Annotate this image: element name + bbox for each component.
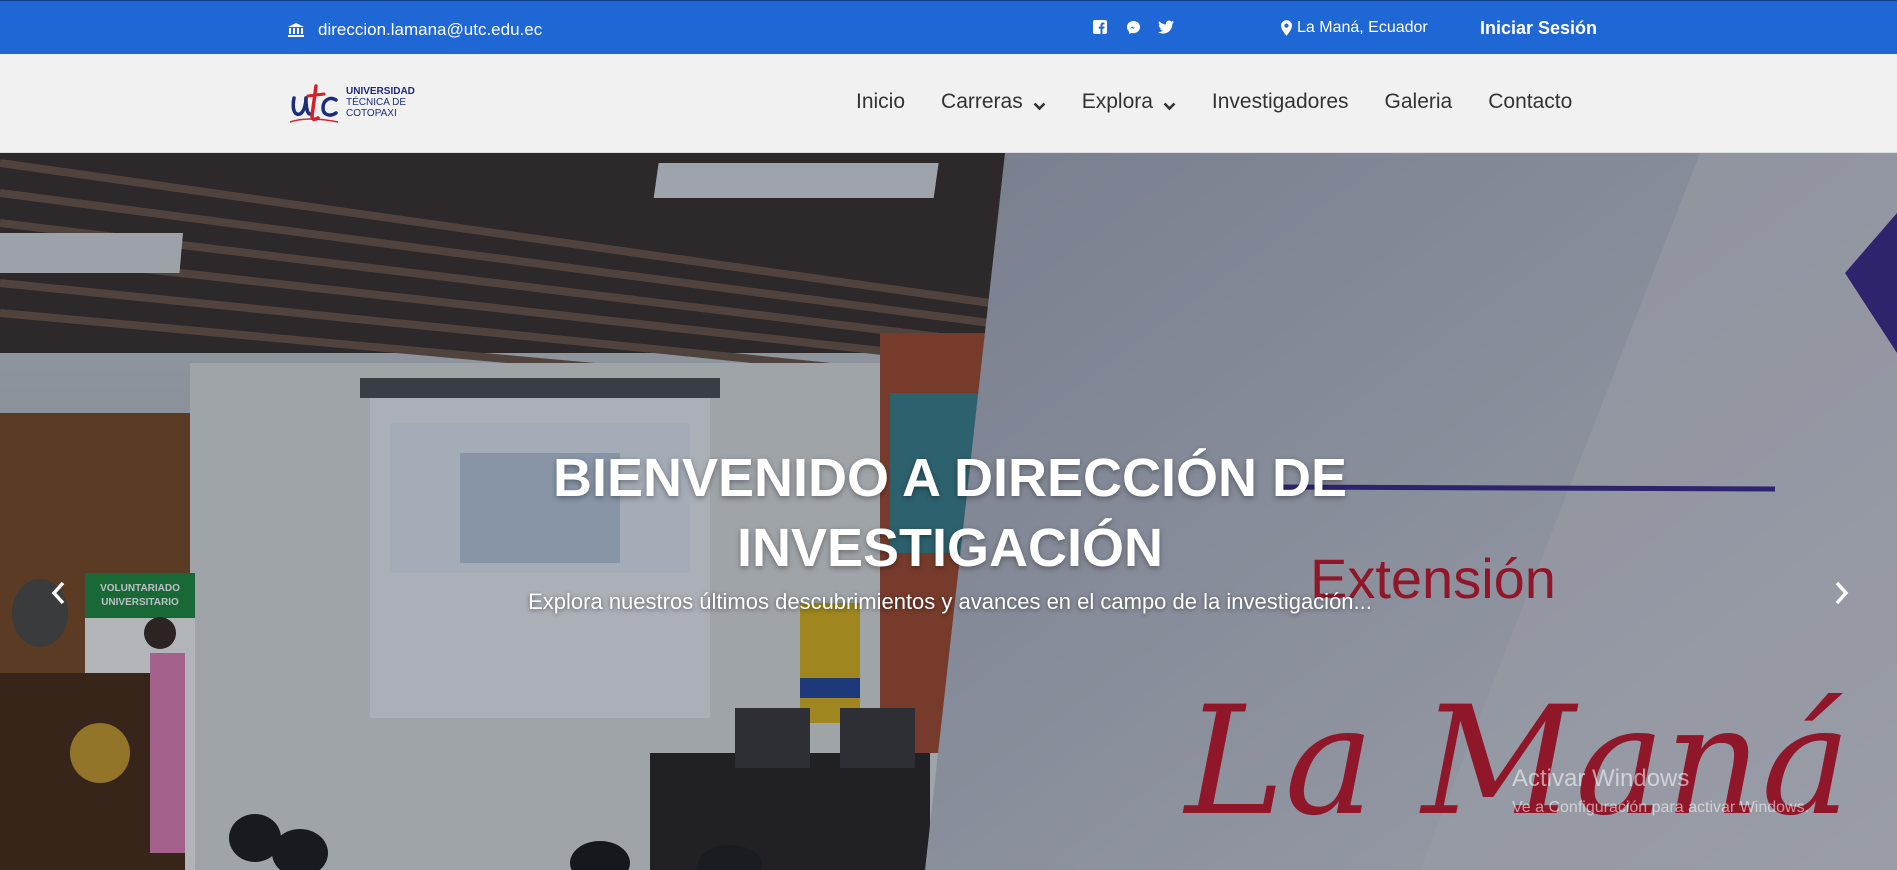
carousel-next-button[interactable] (1822, 573, 1862, 613)
university-logo[interactable]: UNIVERSIDAD TÉCNICA DE COTOPAXI (288, 78, 428, 128)
chevron-down-icon (1033, 102, 1046, 110)
chevron-right-icon (1835, 581, 1849, 605)
nav-item-galeria[interactable]: Galeria (1385, 90, 1453, 114)
nav-item-label: Galeria (1384, 90, 1453, 113)
nav-item-label: Explora (1081, 90, 1153, 113)
windows-activation-watermark: Activar Windows Ve a Configuración para … (1512, 765, 1809, 817)
facebook-icon[interactable] (1092, 19, 1108, 35)
nav-item-contacto[interactable]: Contacto (1488, 90, 1572, 114)
hero-carousel: VOLUNTARIADO UNIVERSITARIO Extensión La … (0, 153, 1897, 870)
nav-item-investigadores[interactable]: Investigadores (1212, 90, 1349, 114)
carousel-prev-button[interactable] (38, 573, 78, 613)
hero-subtitle: Explora nuestros últimos descubrimientos… (528, 589, 1372, 614)
nav-item-inicio[interactable]: Inicio (856, 90, 905, 114)
location: La Maná, Ecuador (1281, 19, 1428, 37)
map-marker-icon (1281, 20, 1292, 36)
chevron-left-icon (51, 581, 65, 605)
utc-logo-icon (289, 84, 339, 123)
contact-email[interactable]: direccion.lamana@utc.edu.ec (288, 20, 542, 40)
chevron-down-icon (1163, 102, 1176, 110)
logo-line-1: UNIVERSIDAD (346, 86, 415, 97)
institution-icon (288, 23, 304, 37)
hero-title: BIENVENIDO A DIRECCIÓN DE INVESTIGACIÓN (552, 448, 1348, 578)
nav-item-label: Contacto (1488, 90, 1573, 113)
nav-item-carreras[interactable]: Carreras (941, 90, 1046, 114)
watermark-subtitle: Ve a Configuración para activar Windows. (1512, 799, 1810, 816)
nav-item-label: Carreras (941, 90, 1023, 113)
watermark-title: Activar Windows (1512, 765, 1690, 792)
logo-line-2: TÉCNICA DE (346, 97, 407, 108)
nav-item-label: Inicio (856, 90, 906, 113)
twitter-icon[interactable] (1158, 19, 1174, 35)
logo-line-3: COTOPAXI (346, 108, 397, 119)
social-links (1092, 19, 1174, 35)
top-bar: direccion.lamana@utc.edu.ec La Maná, Ecu… (0, 0, 1897, 54)
main-navbar: UNIVERSIDAD TÉCNICA DE COTOPAXI Inicio C… (0, 54, 1897, 153)
location-text: La Maná, Ecuador (1297, 19, 1428, 36)
email-text: direccion.lamana@utc.edu.ec (318, 20, 543, 39)
messenger-icon[interactable] (1125, 19, 1141, 35)
nav-item-explora[interactable]: Explora (1082, 90, 1176, 114)
university-name: UNIVERSIDAD TÉCNICA DE COTOPAXI (346, 86, 415, 119)
nav-item-label: Investigadores (1211, 90, 1349, 113)
login-link[interactable]: Iniciar Sesión (1480, 18, 1597, 39)
nav-menu: Inicio Carreras Explora Investigadores G… (856, 90, 1572, 114)
